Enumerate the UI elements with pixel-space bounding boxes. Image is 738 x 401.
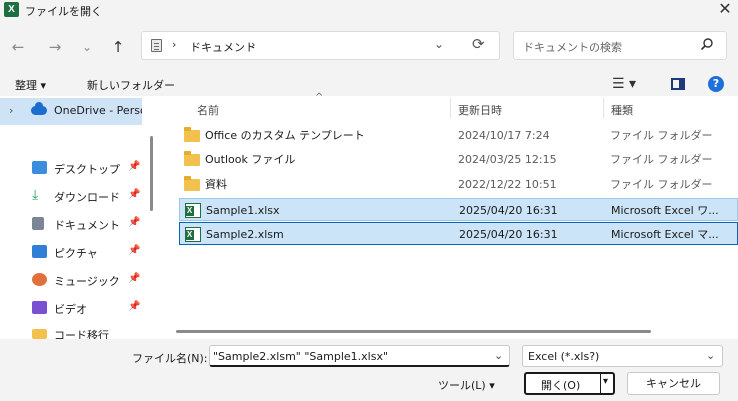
window-title: ファイルを開く [25, 5, 102, 18]
search-placeholder: ドキュメントの検索 [523, 41, 622, 54]
file-name: Sample2.xlsm [206, 228, 284, 241]
column-header-type[interactable]: 種類 [611, 102, 633, 118]
title-bar [0, 0, 738, 20]
documents-icon [32, 217, 44, 230]
breadcrumb-separator: › [172, 38, 177, 51]
music-icon [32, 273, 47, 286]
sidebar-item-label: ミュージック [54, 275, 120, 288]
column-header-name[interactable]: 名前 [197, 102, 219, 118]
recent-locations-button[interactable]: ⌄ [76, 36, 98, 58]
file-name: Sample1.xlsx [206, 204, 280, 217]
documents-icon [151, 39, 162, 52]
view-menu-button[interactable]: ☰ ▾ [612, 76, 636, 92]
file-row-selected[interactable]: Sample2.xlsm 2025/04/20 16:31 Microsoft … [179, 222, 738, 245]
chevron-down-icon[interactable]: ⌄ [434, 37, 444, 51]
folder-icon [184, 127, 200, 142]
pin-icon: 📌 [128, 189, 141, 200]
chevron-down-icon[interactable]: ⌄ [706, 349, 715, 362]
file-type: Microsoft Excel マ... [611, 228, 719, 241]
file-name: 資料 [205, 178, 227, 191]
file-type: ファイル フォルダー [610, 178, 713, 191]
cloud-icon [31, 102, 47, 115]
file-type-value: Excel (*.xls?) [528, 350, 600, 363]
download-icon: ⤓ [32, 187, 39, 203]
pin-icon: 📌 [128, 161, 141, 172]
file-date: 2022/12/22 10:51 [458, 178, 557, 191]
file-type: ファイル フォルダー [610, 129, 713, 142]
sidebar-item-label: OneDrive - Personal [54, 104, 142, 117]
sidebar-item-label: デスクトップ [54, 163, 120, 176]
column-divider[interactable] [603, 98, 604, 118]
file-date: 2024/10/17 7:24 [458, 129, 550, 142]
tools-menu[interactable]: ツール(L) ▾ [438, 377, 495, 393]
file-row[interactable]: Outlook ファイル 2024/03/25 12:15 ファイル フォルダー [179, 148, 738, 171]
open-dropdown-button[interactable]: ▾ [603, 376, 608, 387]
pin-icon: 📌 [128, 217, 141, 228]
file-date: 2025/04/20 16:31 [459, 228, 558, 241]
breadcrumb-separator[interactable]: › [251, 38, 255, 51]
forward-button[interactable]: → [44, 36, 66, 58]
file-name: Office のカスタム テンプレート [205, 129, 365, 142]
organize-menu[interactable]: 整理 ▾ [15, 77, 46, 93]
file-row[interactable]: Office のカスタム テンプレート 2024/10/17 7:24 ファイル… [179, 124, 738, 147]
preview-pane-icon[interactable] [671, 78, 685, 90]
close-button[interactable]: ✕ [714, 0, 736, 20]
back-button[interactable]: ← [7, 36, 29, 58]
sidebar-scrollbar[interactable] [150, 136, 153, 211]
file-date: 2025/04/20 16:31 [459, 204, 558, 217]
file-row-selected[interactable]: Sample1.xlsx 2025/04/20 16:31 Microsoft … [179, 198, 738, 221]
help-icon[interactable]: ? [708, 76, 724, 92]
sort-ascending-icon: ^ [315, 92, 324, 103]
file-row[interactable]: 資料 2022/12/22 10:51 ファイル フォルダー [179, 173, 738, 196]
horizontal-scrollbar[interactable] [176, 330, 651, 333]
folder-icon [184, 176, 200, 191]
excel-file-icon [185, 227, 201, 242]
sidebar-item-label: ピクチャ [54, 247, 98, 260]
excel-icon: X [4, 2, 19, 17]
sidebar-item-label: コード移行 [54, 329, 109, 339]
pin-icon: 📌 [128, 245, 141, 256]
pin-icon: 📌 [128, 273, 141, 284]
file-name: Outlook ファイル [205, 153, 296, 166]
chevron-down-icon[interactable]: ⌄ [494, 349, 503, 362]
filename-label: ファイル名(N): [132, 352, 208, 365]
chevron-right-icon[interactable]: › [9, 104, 13, 117]
up-button[interactable]: ↑ [107, 36, 129, 58]
folder-icon [32, 329, 47, 339]
refresh-icon[interactable]: ⟳ [472, 35, 485, 53]
sidebar-item-label: ドキュメント [54, 219, 120, 232]
videos-icon [32, 301, 47, 314]
pictures-icon [32, 245, 47, 258]
sidebar-item-label: ダウンロード [54, 191, 120, 204]
column-header-date[interactable]: 更新日時 [458, 102, 502, 118]
file-type: ファイル フォルダー [610, 153, 713, 166]
search-icon[interactable] [700, 37, 714, 51]
file-date: 2024/03/25 12:15 [458, 153, 557, 166]
column-divider[interactable] [450, 98, 451, 118]
pin-icon: 📌 [128, 301, 141, 312]
filename-value: "Sample2.xlsm" "Sample1.xlsx" [213, 350, 389, 363]
new-folder-button[interactable]: 新しいフォルダー [87, 77, 175, 93]
cancel-button[interactable]: キャンセル [627, 372, 720, 395]
file-type: Microsoft Excel ワ... [611, 204, 719, 217]
split-divider [600, 374, 601, 393]
open-button-label: 開く(O) [541, 379, 581, 392]
folder-icon [184, 151, 200, 166]
desktop-icon [32, 161, 47, 174]
sidebar-item-label: ビデオ [54, 303, 87, 316]
breadcrumb-documents[interactable]: ドキュメント [190, 39, 256, 55]
excel-file-icon [185, 203, 201, 218]
